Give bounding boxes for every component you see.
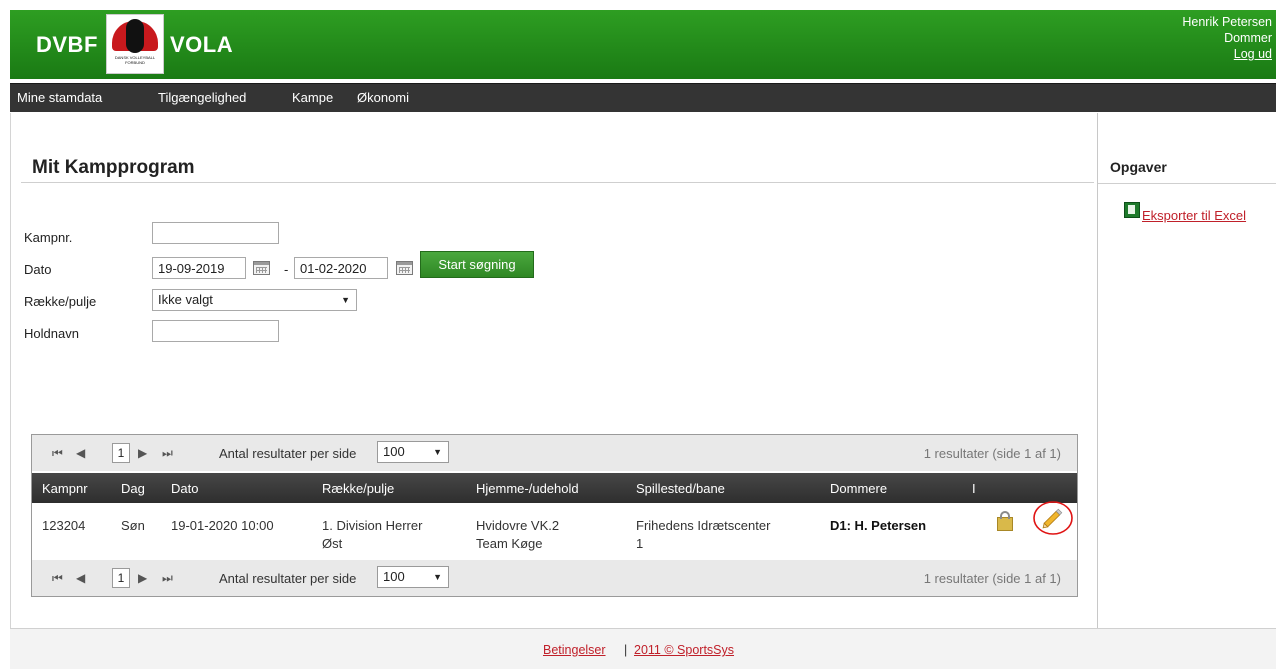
user-block: Henrik Petersen Dommer Log ud (1182, 14, 1272, 62)
pencil-icon (1033, 501, 1073, 535)
start-search-button[interactable]: Start søgning (420, 251, 534, 278)
calendar-icon[interactable] (396, 261, 413, 275)
edit-row-button[interactable] (1032, 499, 1074, 537)
page-size-label: Antal resultater per side (219, 446, 357, 461)
cell-dag: Søn (121, 518, 145, 533)
lock-icon (997, 511, 1013, 531)
cell-away-team: Team Køge (476, 536, 543, 551)
logo-vola-text: VOLA (170, 32, 234, 57)
col-dato[interactable]: Dato (171, 481, 198, 496)
cell-kampnr: 123204 (42, 518, 86, 533)
last-page-icon[interactable]: ⏭ (162, 571, 173, 586)
cell-home-team: Hvidovre VK.2 (476, 518, 560, 533)
col-spillested[interactable]: Spillested/bane (636, 481, 725, 496)
user-role: Dommer (1224, 31, 1272, 45)
col-i[interactable]: I (972, 481, 976, 496)
page-size-value: 100 (383, 569, 405, 584)
results-grid: ⏮ ◀ 1 ▶ ⏭ Antal resultater per side 100 … (31, 434, 1078, 597)
footer: Betingelser | 2011 © SportsSys (10, 628, 1276, 669)
raekke-label: Række/pulje (24, 294, 97, 309)
logo-caption: DANSK VOLLEYBALL FORBUND (114, 55, 156, 65)
nav-item-oekonomi[interactable]: Økonomi (357, 90, 409, 105)
page-size-label: Antal resultater per side (219, 571, 357, 586)
sidebar-divider (1098, 183, 1276, 184)
terms-link[interactable]: Betingelser (543, 643, 606, 657)
page-number[interactable]: 1 (112, 443, 130, 463)
user-name: Henrik Petersen (1182, 15, 1272, 29)
kampnr-input[interactable] (152, 222, 279, 244)
cell-raekke-line1: 1. Division Herrer (322, 518, 423, 533)
footer-separator: | (624, 643, 628, 657)
first-page-icon[interactable]: ⏮ (52, 446, 63, 461)
export-excel-link[interactable]: Eksporter til Excel (1142, 208, 1246, 223)
page-size-select[interactable]: 100 ▼ (377, 566, 449, 588)
next-page-icon[interactable]: ▶ (138, 446, 147, 460)
cell-venue: Frihedens Idrætscenter (636, 518, 771, 533)
col-hold[interactable]: Hjemme-/udehold (476, 481, 579, 496)
logout-link[interactable]: Log ud (1182, 46, 1272, 62)
page-title: Mit Kampprogram (32, 157, 195, 178)
calendar-icon[interactable] (253, 261, 270, 275)
cell-raekke: 1. Division Herrer Øst (322, 517, 422, 553)
app-header: DVBF DANSK VOLLEYBALL FORBUND VOLA Henri… (10, 10, 1276, 79)
chevron-down-icon: ▼ (433, 572, 442, 582)
holdnavn-input[interactable] (152, 320, 279, 342)
cell-court: 1 (636, 536, 644, 551)
dato-label: Dato (24, 262, 52, 277)
page-number[interactable]: 1 (112, 568, 130, 588)
prev-page-icon[interactable]: ◀ (76, 446, 85, 460)
page-size-select[interactable]: 100 ▼ (377, 441, 449, 463)
federation-logo: DANSK VOLLEYBALL FORBUND (106, 14, 164, 74)
prev-page-icon[interactable]: ◀ (76, 571, 85, 585)
cell-raekke-line2: Øst (322, 536, 343, 551)
nav-item-kampe[interactable]: Kampe (292, 90, 333, 105)
date-separator: - (284, 262, 289, 277)
title-divider (21, 182, 1094, 183)
sidebar: Opgaver Eksporter til Excel (1097, 113, 1276, 628)
cell-spillested: Frihedens Idrætscenter 1 (636, 517, 770, 553)
col-kampnr[interactable]: Kampnr (42, 481, 88, 496)
grid-header: Kampnr Dag Dato Række/pulje Hjemme-/udeh… (32, 473, 1077, 503)
pager-bottom: ⏮ ◀ 1 ▶ ⏭ Antal resultater per side 100 … (32, 560, 1077, 596)
col-dommere[interactable]: Dommere (830, 481, 887, 496)
page-size-value: 100 (383, 444, 405, 459)
last-page-icon[interactable]: ⏭ (162, 446, 173, 461)
chevron-down-icon: ▼ (341, 295, 350, 305)
nav-item-stamdata[interactable]: Mine stamdata (17, 90, 102, 105)
excel-icon[interactable] (1124, 202, 1140, 218)
main-nav: Mine stamdata Tilgængelighed Kampe Økono… (10, 83, 1276, 112)
cell-dato: 19-01-2020 10:00 (171, 518, 274, 533)
pager-top: ⏮ ◀ 1 ▶ ⏭ Antal resultater per side 100 … (32, 435, 1077, 471)
raekke-select-value: Ikke valgt (158, 292, 213, 307)
col-raekke[interactable]: Række/pulje (322, 481, 394, 496)
sidebar-title: Opgaver (1110, 159, 1167, 175)
results-info: 1 resultater (side 1 af 1) (923, 571, 1061, 586)
cell-dommere: D1: H. Petersen (830, 518, 927, 533)
col-dag[interactable]: Dag (121, 481, 145, 496)
results-info: 1 resultater (side 1 af 1) (923, 446, 1061, 461)
copyright-link[interactable]: 2011 © SportsSys (634, 643, 734, 657)
kampnr-label: Kampnr. (24, 230, 73, 245)
nav-item-tilgaengelighed[interactable]: Tilgængelighed (158, 90, 246, 105)
first-page-icon[interactable]: ⏮ (52, 571, 63, 586)
holdnavn-label: Holdnavn (24, 326, 79, 341)
date-to-input[interactable] (294, 257, 388, 279)
raekke-select[interactable]: Ikke valgt ▼ (152, 289, 357, 311)
date-from-input[interactable] (152, 257, 246, 279)
next-page-icon[interactable]: ▶ (138, 571, 147, 585)
chevron-down-icon: ▼ (433, 447, 442, 457)
table-row[interactable]: 123204 Søn 19-01-2020 10:00 1. Division … (32, 501, 1077, 558)
cell-hold: Hvidovre VK.2 Team Køge (476, 517, 559, 553)
logo-dvbf-text: DVBF (36, 32, 98, 57)
